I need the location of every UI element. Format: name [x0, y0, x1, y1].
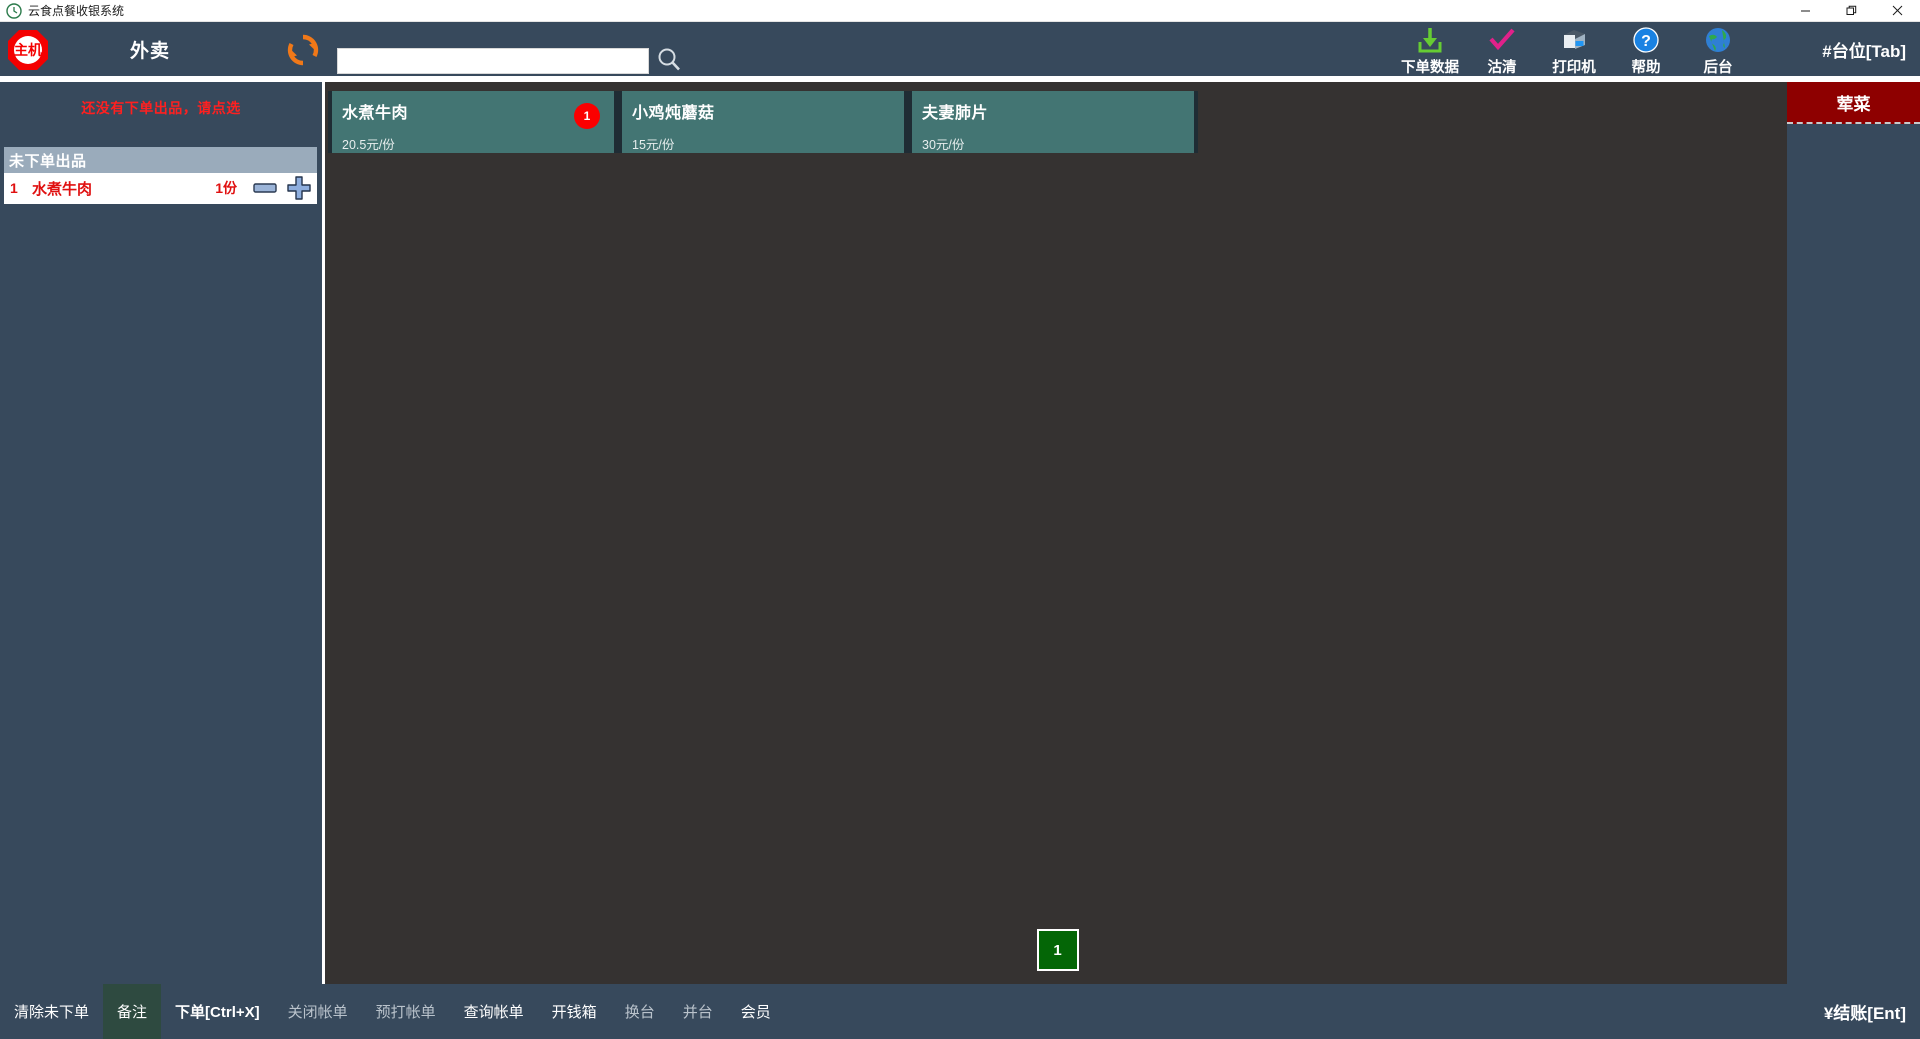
- table-indicator[interactable]: #台位[Tab]: [1822, 22, 1906, 76]
- app-logo-icon: [6, 2, 22, 19]
- order-data-label: 下单数据: [1401, 60, 1459, 76]
- order-panel: 还没有下单出品，请点选 未下单出品 1 水煮牛肉 1份: [0, 82, 325, 984]
- bottom-toolbar: 清除未下单 备注 下单[Ctrl+X] 关闭帐单 预打帐单 查询帐单 开钱箱 换…: [0, 984, 1920, 1039]
- preprint-bill-button[interactable]: 预打帐单: [362, 984, 450, 1039]
- search-input[interactable]: [337, 48, 649, 74]
- printer-button[interactable]: 打印机: [1544, 25, 1604, 77]
- dish-card[interactable]: 小鸡炖蘑菇 15元/份: [618, 91, 908, 153]
- order-item-name: 水煮牛肉: [32, 180, 93, 198]
- window-titlebar: 云食点餐收银系统: [0, 0, 1920, 22]
- header-tool-group: 下单数据 沽清 打印机 ? 帮助 后台: [1400, 25, 1748, 77]
- category-rail: 荤菜: [1787, 82, 1920, 984]
- pagination-bar: 1: [328, 929, 1787, 971]
- window-title: 云食点餐收银系统: [28, 4, 125, 18]
- delivery-mode-label: 外卖: [130, 40, 171, 62]
- svg-text:主机: 主机: [14, 42, 42, 58]
- dish-name: 夫妻肺片: [922, 105, 989, 122]
- printer-label: 打印机: [1552, 60, 1596, 76]
- backend-button[interactable]: 后台: [1688, 25, 1748, 77]
- globe-backend-icon: [1704, 25, 1732, 54]
- svg-text:?: ?: [1641, 33, 1651, 50]
- unsubmitted-list-header: 未下单出品: [4, 147, 317, 173]
- order-data-button[interactable]: 下单数据: [1400, 25, 1460, 77]
- category-button-meat[interactable]: 荤菜: [1787, 82, 1920, 124]
- download-data-icon: [1416, 25, 1444, 54]
- dish-grid-area: 水煮牛肉 20.5元/份 1 小鸡炖蘑菇 15元/份 夫妻肺片 30元/份 1: [328, 82, 1787, 984]
- search-icon[interactable]: [655, 46, 683, 74]
- clear-unsubmitted-button[interactable]: 清除未下单: [0, 984, 103, 1039]
- printer-icon: [1560, 25, 1588, 54]
- app-header: 主机 外卖 下单数据 沽清 打印机 ? 帮助 后台 #台位[Tab]: [0, 22, 1920, 79]
- order-item-index: 1: [10, 180, 18, 196]
- dish-grid: 水煮牛肉 20.5元/份 1 小鸡炖蘑菇 15元/份 夫妻肺片 30元/份: [328, 91, 1198, 153]
- submit-order-button[interactable]: 下单[Ctrl+X]: [161, 984, 274, 1039]
- sold-out-label: 沽清: [1487, 60, 1517, 76]
- close-bill-button[interactable]: 关闭帐单: [274, 984, 362, 1039]
- dish-price: 20.5元/份: [342, 138, 395, 152]
- change-table-button[interactable]: 换台: [611, 984, 669, 1039]
- minus-button-icon[interactable]: [253, 176, 277, 200]
- order-item-row[interactable]: 1 水煮牛肉 1份: [4, 173, 317, 204]
- sold-out-check-icon: [1488, 25, 1516, 54]
- member-button[interactable]: 会员: [727, 984, 785, 1039]
- minimize-button[interactable]: [1782, 0, 1828, 22]
- checkout-button[interactable]: ¥结账[Ent]: [1824, 984, 1906, 1039]
- plus-button-icon[interactable]: [287, 176, 311, 200]
- order-item-qty: 1份: [215, 180, 237, 196]
- unsubmitted-item-list: 1 水煮牛肉 1份: [4, 173, 317, 204]
- merge-table-button[interactable]: 并台: [669, 984, 727, 1039]
- dish-card[interactable]: 水煮牛肉 20.5元/份 1: [328, 91, 618, 153]
- window-controls: [1782, 0, 1920, 22]
- dish-card[interactable]: 夫妻肺片 30元/份: [908, 91, 1198, 153]
- sold-out-button[interactable]: 沽清: [1472, 25, 1532, 77]
- maximize-restore-button[interactable]: [1828, 0, 1874, 22]
- dish-price: 30元/份: [922, 138, 965, 152]
- dish-quantity-badge: 1: [574, 103, 600, 129]
- remark-button[interactable]: 备注: [103, 984, 162, 1039]
- help-label: 帮助: [1631, 60, 1661, 76]
- dish-price: 15元/份: [632, 138, 675, 152]
- open-cash-drawer-button[interactable]: 开钱箱: [538, 984, 611, 1039]
- query-bill-button[interactable]: 查询帐单: [450, 984, 538, 1039]
- dish-name: 水煮牛肉: [342, 105, 409, 122]
- backend-label: 后台: [1703, 60, 1733, 76]
- refresh-icon[interactable]: [285, 32, 321, 68]
- page-button-1[interactable]: 1: [1036, 929, 1079, 971]
- close-button[interactable]: [1874, 0, 1920, 22]
- host-mode-logo[interactable]: 主机: [6, 28, 50, 72]
- help-question-icon: ?: [1632, 25, 1660, 54]
- main-body: 还没有下单出品，请点选 未下单出品 1 水煮牛肉 1份 水煮牛肉 20.5元/份…: [0, 82, 1920, 984]
- order-empty-message: 还没有下单出品，请点选: [81, 100, 241, 116]
- help-button[interactable]: ? 帮助: [1616, 25, 1676, 77]
- dish-name: 小鸡炖蘑菇: [632, 105, 715, 122]
